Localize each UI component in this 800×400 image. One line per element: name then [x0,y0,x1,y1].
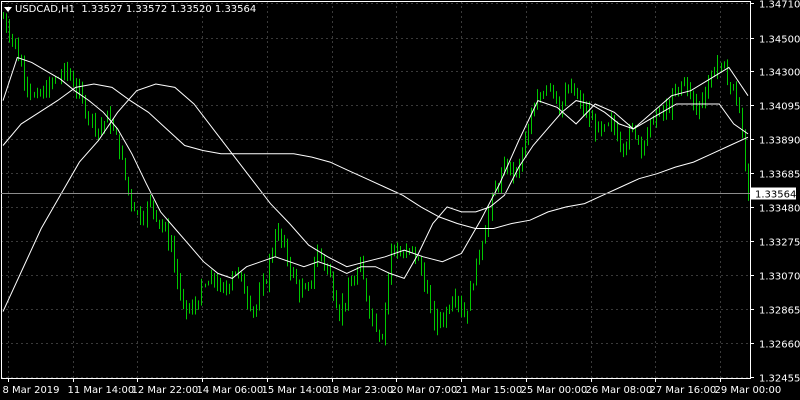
x-tick-label: 15 Mar 14:00 [262,385,329,396]
x-tick-label: 8 Mar 2019 [3,385,60,396]
symbol-label: USDCAD,H1 [15,4,75,15]
chevron-down-icon[interactable] [4,6,12,12]
y-tick-label: 1.34095 [759,102,800,113]
y-tick-label: 1.32660 [759,340,800,351]
chart-window: 1.34710 1.34500 1.34300 1.34095 1.33890 1.336… [0,0,800,400]
y-tick-label: 1.33275 [759,238,800,249]
y-tick-label: 1.33480 [759,204,800,215]
x-tick-label: 21 Mar 15:00 [456,385,523,396]
y-tick-label: 1.34500 [759,35,800,46]
price-chart: 1.34710 1.34500 1.34300 1.34095 1.33890 1.336… [0,0,800,400]
x-tick-label: 12 Mar 22:00 [132,385,199,396]
y-tick-label: 1.32455 [759,374,800,385]
y-tick-label: 1.33890 [759,136,800,147]
x-tick-label: 26 Mar 08:00 [586,385,653,396]
y-tick-label: 1.33070 [759,272,800,283]
y-tick-label: 1.32865 [759,306,800,317]
x-tick-label: 18 Mar 23:00 [327,385,394,396]
x-tick-label: 29 Mar 00:00 [715,385,782,396]
x-tick-label: 14 Mar 06:00 [197,385,264,396]
x-tick-label: 27 Mar 16:00 [650,385,717,396]
y-tick-label: 1.34710 [759,0,800,11]
ohlc-readout: 1.33527 1.33572 1.33520 1.33564 [81,4,257,15]
current-price-label: 1.33564 [755,190,796,201]
chart-background [0,0,800,400]
chart-header: USDCAD,H1 1.33527 1.33572 1.33520 1.3356… [4,4,256,16]
x-tick-label: 25 Mar 00:00 [521,385,588,396]
y-tick-label: 1.34300 [759,68,800,79]
x-tick-label: 11 Mar 14:00 [68,385,135,396]
x-tick-label: 20 Mar 07:00 [391,385,458,396]
y-tick-label: 1.33685 [759,170,800,181]
